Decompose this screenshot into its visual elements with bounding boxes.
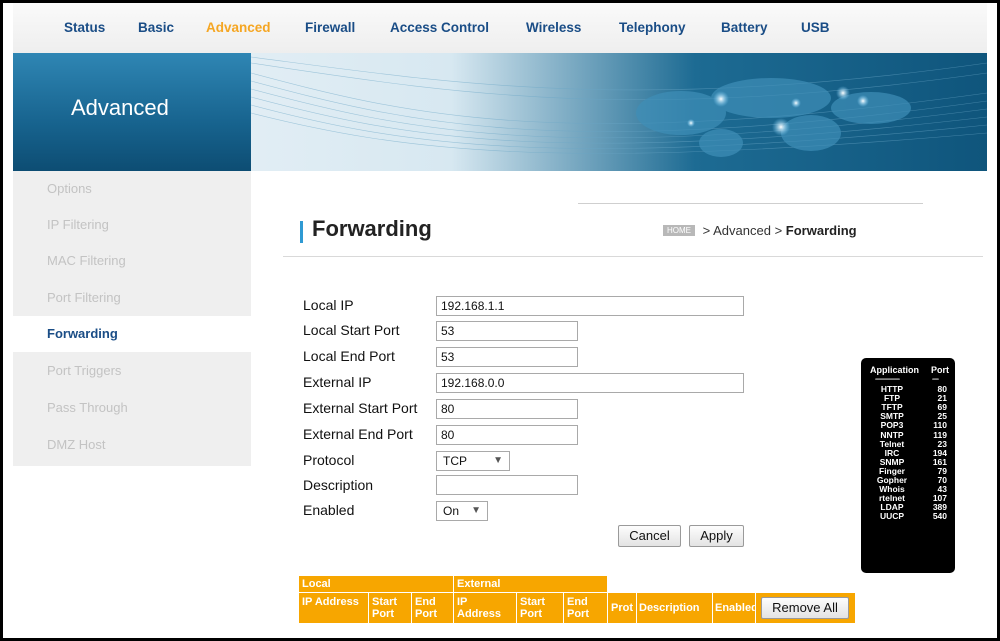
- sidebar-item-port-triggers[interactable]: Port Triggers: [13, 353, 251, 389]
- table-group-external: External: [454, 576, 607, 592]
- port-row-port: 540: [932, 511, 947, 522]
- breadcrumb-advanced[interactable]: Advanced: [713, 223, 771, 238]
- col-description: Description: [637, 593, 712, 623]
- top-nav: Status Basic Advanced Firewall Access Co…: [3, 3, 997, 53]
- nav-access-control[interactable]: Access Control: [390, 20, 489, 35]
- sidebar-item-port-filtering[interactable]: Port Filtering: [13, 280, 251, 316]
- external-end-port-input[interactable]: [436, 425, 578, 445]
- top-nav-bar: Status Basic Advanced Firewall Access Co…: [13, 3, 987, 53]
- sidebar-item-forwarding[interactable]: Forwarding: [13, 316, 251, 352]
- sidebar-item-options[interactable]: Options: [13, 171, 251, 207]
- external-ip-input[interactable]: [436, 373, 744, 393]
- col-external-end-port: End Port: [564, 593, 607, 623]
- sidebar-item-mac-filtering[interactable]: MAC Filtering: [13, 243, 251, 279]
- nav-basic[interactable]: Basic: [138, 20, 174, 35]
- header-banner: Advanced: [13, 53, 987, 171]
- ports-header-divider: ------------------------: [875, 377, 900, 383]
- external-ip-label: External IP: [303, 374, 372, 390]
- col-local-ip: IP Address: [299, 593, 368, 623]
- divider-top: [578, 203, 923, 204]
- enabled-label: Enabled: [303, 502, 355, 518]
- external-start-port-input[interactable]: [436, 399, 578, 419]
- sidebar-item-ip-filtering[interactable]: IP Filtering: [13, 207, 251, 243]
- local-ip-label: Local IP: [303, 297, 354, 313]
- col-prot: Prot: [608, 593, 636, 623]
- divider: [283, 256, 983, 257]
- local-end-port-input[interactable]: [436, 347, 578, 367]
- nav-usb[interactable]: USB: [801, 20, 830, 35]
- enabled-value: On: [443, 504, 460, 518]
- nav-firewall[interactable]: Firewall: [305, 20, 355, 35]
- protocol-value: TCP: [443, 454, 467, 468]
- page-frame: Status Basic Advanced Firewall Access Co…: [0, 0, 1000, 641]
- table-group-local: Local: [299, 576, 453, 592]
- world-map-graphic: [251, 56, 987, 157]
- breadcrumb-current: Forwarding: [785, 223, 857, 238]
- nav-advanced[interactable]: Advanced: [206, 20, 271, 35]
- banner-title: Advanced: [71, 95, 169, 120]
- sidebar-item-pass-through[interactable]: Pass Through: [13, 390, 251, 426]
- breadcrumb-sep-1: >: [702, 223, 711, 238]
- cancel-button[interactable]: Cancel: [618, 525, 681, 547]
- local-ip-input[interactable]: [436, 296, 744, 316]
- enabled-select[interactable]: On ▼: [436, 501, 488, 521]
- sidebar-item-dmz-host[interactable]: DMZ Host: [13, 427, 251, 463]
- local-start-port-label: Local Start Port: [303, 322, 400, 338]
- local-end-port-label: Local End Port: [303, 348, 395, 364]
- ports-header-port: Port: [931, 365, 949, 375]
- ports-header-application: Application: [870, 365, 919, 375]
- description-input[interactable]: [436, 475, 578, 495]
- breadcrumb-sep-2: >: [774, 223, 783, 238]
- page-title: Forwarding: [312, 216, 432, 241]
- local-start-port-input[interactable]: [436, 321, 578, 341]
- col-enabled: Enabled: [713, 593, 758, 623]
- sidebar: Options IP Filtering MAC Filtering Port …: [13, 171, 251, 466]
- chevron-down-icon: ▼: [471, 505, 481, 516]
- description-label: Description: [303, 477, 374, 493]
- port-row: UUCP 540: [861, 511, 955, 521]
- col-local-start-port: Start Port: [369, 593, 411, 623]
- ports-header-divider: ------: [932, 377, 939, 383]
- col-local-end-port: End Port: [412, 593, 453, 623]
- protocol-select[interactable]: TCP ▼: [436, 451, 510, 471]
- apply-button[interactable]: Apply: [689, 525, 744, 547]
- remove-all-button[interactable]: Remove All: [761, 597, 849, 619]
- home-icon[interactable]: HOME: [663, 225, 695, 236]
- title-accent-bar: [300, 221, 303, 243]
- nav-wireless[interactable]: Wireless: [526, 20, 581, 35]
- chevron-down-icon: ▼: [493, 455, 503, 466]
- port-row-application: UUCP: [879, 511, 905, 522]
- breadcrumb: HOME > Advanced > Forwarding: [663, 223, 857, 238]
- external-end-port-label: External End Port: [303, 426, 413, 442]
- nav-battery[interactable]: Battery: [721, 20, 768, 35]
- col-external-ip: IP Address: [454, 593, 516, 623]
- nav-status[interactable]: Status: [64, 20, 105, 35]
- banner-title-panel: Advanced: [13, 53, 251, 171]
- protocol-label: Protocol: [303, 452, 355, 468]
- col-external-start-port: Start Port: [517, 593, 563, 623]
- external-start-port-label: External Start Port: [303, 400, 418, 416]
- nav-telephony[interactable]: Telephony: [619, 20, 686, 35]
- col-remove-all: Remove All: [756, 593, 855, 623]
- application-port-reference: Application Port -----------------------…: [861, 358, 955, 573]
